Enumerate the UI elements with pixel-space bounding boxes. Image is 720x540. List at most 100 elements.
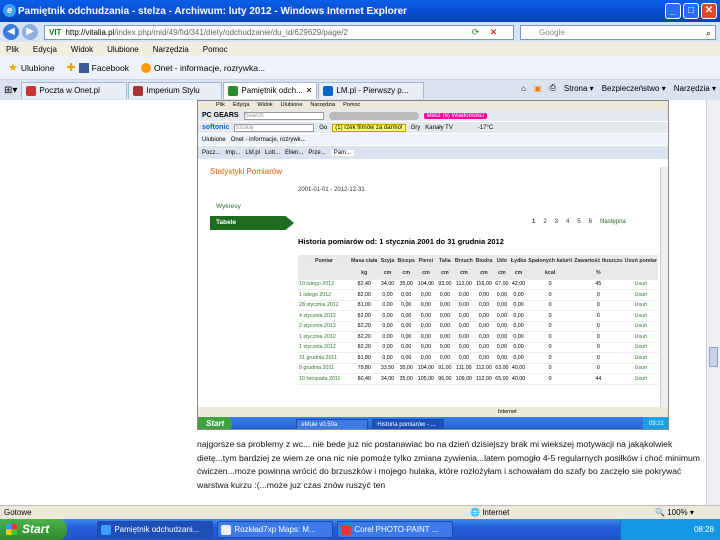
measure-date-link[interactable]: 1 stycznia 2012 — [298, 331, 350, 343]
menu-item-edycja[interactable]: Edycja — [33, 45, 57, 54]
favorite-facebook[interactable]: ✚ Facebook — [62, 61, 133, 74]
favorite-onet[interactable]: Onet - informacje, rozrywka... — [137, 62, 269, 73]
menu-item-narzedzia[interactable]: Narzędzia — [153, 45, 189, 54]
print-icon[interactable]: ⎙ — [549, 83, 555, 93]
measure-date-link[interactable]: 4 stycznia 2012 — [298, 310, 350, 322]
table-cell: 0,00 — [396, 310, 416, 322]
menu-item-ulubione[interactable]: Ulubione — [107, 45, 139, 54]
favorites-button[interactable]: ★ Ulubione — [4, 61, 58, 74]
taskbar-item-rozklad[interactable]: Rozkład7xp Maps: M... — [217, 521, 334, 538]
measure-date-link[interactable]: 31 grudnia 2011 — [298, 352, 350, 364]
table-cell: 0 — [527, 279, 574, 290]
home-icon[interactable]: ⌂ — [521, 84, 526, 93]
quick-tabs-icon[interactable]: ⊞▾ — [4, 85, 17, 96]
tab-poczta[interactable]: Poczta w Onet.pl — [21, 81, 128, 99]
measure-date-link[interactable]: 1 lutego 2012 — [298, 289, 350, 301]
page-scrollbar[interactable] — [706, 100, 720, 505]
tab-pamietnik[interactable]: Pamiętnik odch... ✕ — [223, 81, 318, 99]
table-header-cell: Piersi — [415, 255, 436, 268]
search-input[interactable]: Google — [520, 25, 716, 40]
forward-button[interactable]: ▶ — [22, 24, 38, 40]
table-cell: 0 — [527, 373, 574, 385]
onet-icon — [141, 62, 151, 73]
table-cell: 116,00 — [473, 279, 494, 290]
shot-tab-tabele: Tabele — [210, 216, 294, 230]
delete-link[interactable]: Usuń — [623, 352, 659, 364]
address-bar[interactable]: VIT http://vitalia.pl/index.php/mid/49/fi… — [44, 25, 514, 40]
delete-link[interactable]: Usuń — [623, 373, 659, 385]
measure-date-link[interactable]: 10 lutego 2012 — [298, 279, 350, 290]
feeds-icon[interactable]: ▣ — [534, 84, 542, 93]
taskbar-item-corel[interactable]: Corel PHOTO-PAINT ... — [337, 521, 454, 538]
tab-lm[interactable]: LM.pl - Pierwszy p... — [318, 81, 425, 99]
table-cell: 0,00 — [415, 352, 436, 364]
maximize-button[interactable]: □ — [683, 3, 699, 19]
close-button[interactable]: ✕ — [701, 3, 717, 19]
table-header-cell: Brzuch — [453, 255, 474, 268]
measure-date-link[interactable]: 9 grudnia 2011 — [298, 363, 350, 374]
table-cell: 42,00 — [509, 279, 528, 290]
menu-item-pomoc[interactable]: Pomoc — [203, 45, 228, 54]
table-cell: 0,00 — [378, 342, 397, 353]
clock: 08:28 — [693, 525, 714, 534]
table-cell: 81,00 — [350, 300, 379, 311]
scrollbar-thumb[interactable] — [709, 347, 718, 367]
tools-menu[interactable]: Narzędzia ▾ — [674, 84, 716, 93]
delete-link[interactable]: Usuń — [623, 342, 659, 353]
shot-date-range: 2001-01-01 - 2012-12-31 — [298, 187, 365, 193]
table-row: 28 stycznia 2012 81,00 0,00 0,00 0,00 0,00 0,0… — [298, 300, 659, 311]
table-cell: 111,00 — [453, 363, 474, 374]
measure-date-link[interactable]: 2 stycznia 2012 — [298, 321, 350, 332]
search-icon[interactable]: ⌕ — [703, 28, 714, 39]
table-cell: 34,00 — [378, 279, 397, 290]
refresh-icon[interactable]: ⟳ — [470, 27, 481, 38]
stop-icon[interactable]: ✕ — [488, 27, 499, 38]
back-button[interactable]: ◀ — [3, 24, 19, 40]
taskbar-item-ie[interactable]: Pamiętnik odchudzani... — [97, 521, 214, 538]
table-cell: 0,00 — [453, 289, 474, 301]
menu-item-plik[interactable]: Plik — [6, 45, 19, 54]
measure-date-link[interactable]: 28 stycznia 2012 — [298, 300, 350, 311]
safety-menu[interactable]: Bezpieczeństwo ▾ — [602, 84, 666, 93]
shot-favorites-bar: Ulubione Onet - informacje, rozrywk... — [198, 134, 668, 145]
delete-link[interactable]: Usuń — [623, 321, 659, 332]
table-cell: 0 — [573, 310, 624, 322]
table-cell: 0,00 — [509, 310, 528, 322]
table-cell: 0,00 — [509, 321, 528, 332]
delete-link[interactable]: Usuń — [623, 279, 659, 290]
close-tab-icon[interactable]: ✕ — [306, 86, 313, 95]
delete-link[interactable]: Usuń — [623, 331, 659, 343]
table-cell: 91,00 — [435, 363, 454, 374]
table-cell: 0,00 — [473, 289, 494, 301]
table-cell: 0,00 — [435, 300, 454, 311]
start-button[interactable]: Start — [0, 519, 68, 540]
window-title-bar[interactable]: e Pamiętnik odchudzania - stelza - Archi… — [0, 0, 720, 22]
favorites-bar: ★ Ulubione ✚ Facebook Onet - informacje, r… — [0, 56, 720, 80]
delete-link[interactable]: Usuń — [623, 363, 659, 374]
zoom-level[interactable]: 🔍 100% ▾ — [655, 506, 694, 519]
page-menu[interactable]: Strona ▾ — [564, 84, 594, 93]
measure-date-link[interactable]: 10 listopada 2011 — [298, 373, 350, 385]
table-header-cell — [623, 267, 659, 280]
table-cell: 0,00 — [396, 289, 416, 301]
table-cell: 0,00 — [493, 331, 510, 343]
table-cell: 0,00 — [396, 321, 416, 332]
table-row: 1 stycznia 2012 82,20 0,00 0,00 0,00 0,00 0,00… — [298, 331, 659, 343]
delete-link[interactable]: Usuń — [623, 289, 659, 301]
table-cell: 82,00 — [350, 310, 379, 322]
delete-link[interactable]: Usuń — [623, 310, 659, 322]
table-cell: 0,00 — [396, 352, 416, 364]
table-cell: 0,00 — [378, 300, 397, 311]
table-cell: 0,00 — [509, 342, 528, 353]
table-header-cell: kcal — [527, 267, 574, 280]
table-cell: 0 — [573, 300, 624, 311]
table-header-cell: Masa ciała — [350, 255, 379, 268]
measure-date-link[interactable]: 1 stycznia 2012 — [298, 342, 350, 353]
table-cell: 0,00 — [435, 342, 454, 353]
table-cell: 112,00 — [473, 363, 494, 374]
menu-item-widok[interactable]: Widok — [71, 45, 93, 54]
minimize-button[interactable]: _ — [665, 3, 681, 19]
delete-link[interactable]: Usuń — [623, 300, 659, 311]
site-favicon-icon: VIT — [49, 28, 62, 37]
tab-imperium[interactable]: Imperium Stylu — [128, 81, 223, 99]
